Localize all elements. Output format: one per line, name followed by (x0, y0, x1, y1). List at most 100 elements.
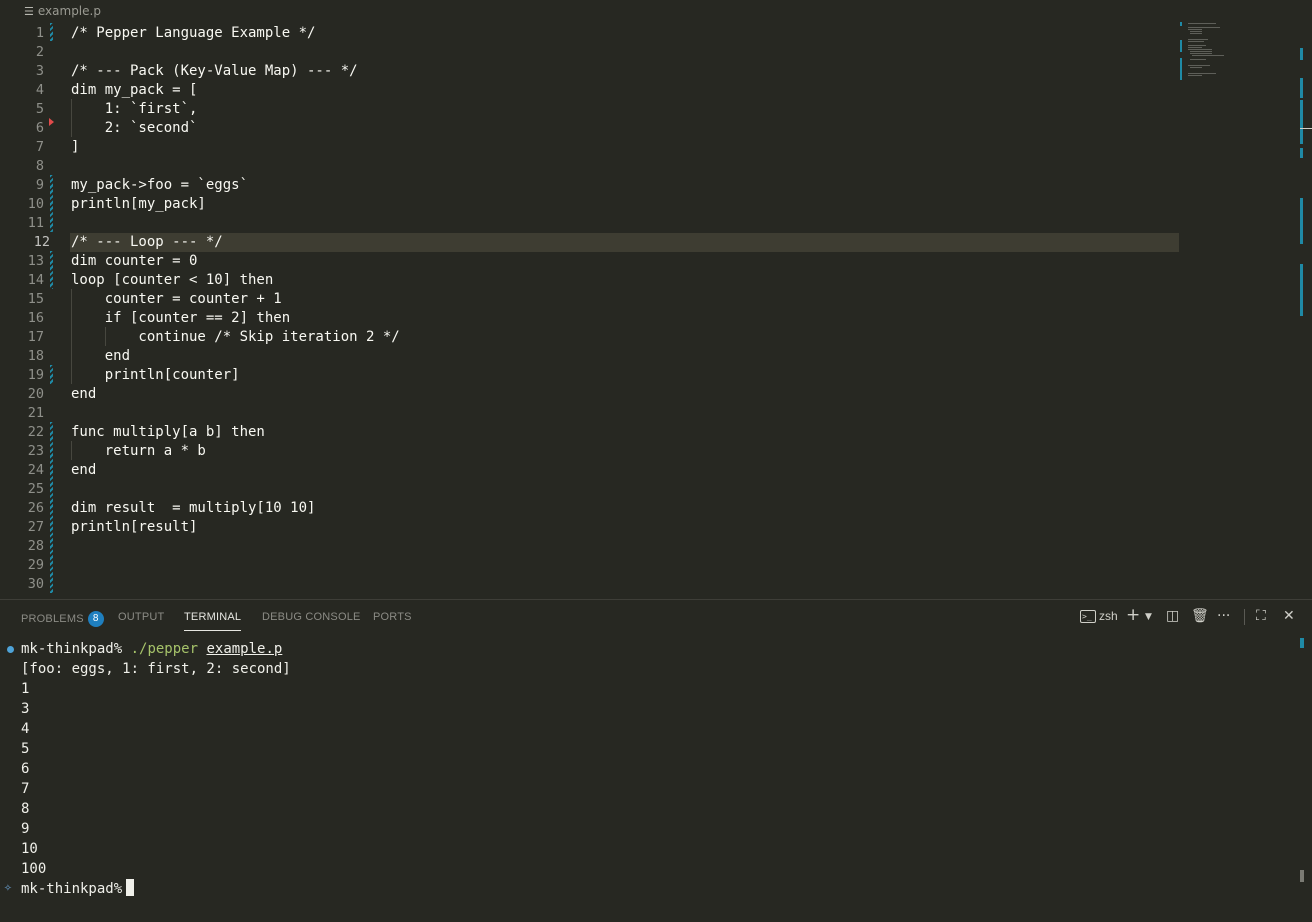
tab-output[interactable]: OUTPUT (118, 611, 164, 623)
breadcrumb-file[interactable]: example.p (38, 4, 101, 18)
terminal-scrollbar-thumb[interactable] (1300, 870, 1304, 882)
code-text: println[result] (71, 519, 198, 535)
terminal-scroll-marker[interactable] (1300, 638, 1304, 648)
code-line[interactable]: 2 (0, 43, 1180, 62)
terminal-output-line: 10 (21, 841, 38, 857)
code-line[interactable]: 16 if [counter == 2] then (0, 309, 1180, 328)
line-number[interactable]: 30 (0, 575, 44, 594)
code-line[interactable]: 30 (0, 575, 1180, 594)
code-line[interactable]: 7] (0, 138, 1180, 157)
line-number[interactable]: 18 (0, 347, 44, 366)
code-text: end (71, 386, 97, 402)
chevron-down-icon[interactable]: ▼ (1145, 612, 1152, 622)
command-status-dot-icon[interactable] (7, 646, 14, 653)
code-line[interactable]: 11 (0, 214, 1180, 233)
line-number[interactable]: 23 (0, 442, 44, 461)
terminal-output[interactable]: mk-thinkpad% ./pepper example.p [foo: eg… (0, 638, 1298, 918)
trash-icon[interactable]: 🗑 (1191, 608, 1209, 624)
code-line[interactable]: 20 end (0, 385, 1180, 404)
code-line[interactable]: 24 end (0, 461, 1180, 480)
line-number[interactable]: 27 (0, 518, 44, 537)
code-line[interactable]: 1 /* Pepper Language Example */ (0, 24, 1180, 43)
code-text: /* --- Pack (Key-Value Map) --- */ (71, 63, 358, 79)
line-number[interactable]: 20 (0, 385, 44, 404)
line-number[interactable]: 13 (0, 252, 44, 271)
code-line[interactable]: 21 (0, 404, 1180, 423)
file-link[interactable]: example.p (206, 641, 282, 657)
close-panel-icon[interactable]: ✕ (1283, 608, 1295, 624)
editor-scrollbar[interactable] (1298, 22, 1312, 599)
line-number[interactable]: 11 (0, 214, 44, 233)
line-number[interactable]: 14 (0, 271, 44, 290)
terminal-icon[interactable]: >_ (1080, 610, 1096, 623)
line-number[interactable]: 7 (0, 138, 44, 157)
code-line[interactable]: 29 (0, 556, 1180, 575)
line-number[interactable]: 3 (0, 62, 44, 81)
line-number[interactable]: 17 (0, 328, 44, 347)
code-line[interactable]: 4 dim my_pack = [ (0, 81, 1180, 100)
line-number[interactable]: 29 (0, 556, 44, 575)
line-number[interactable]: 21 (0, 404, 44, 423)
sparkle-icon[interactable]: ✧ (4, 880, 12, 895)
code-line[interactable]: 14 loop [counter < 10] then (0, 271, 1180, 290)
terminal-prompt-row[interactable]: ✧ mk-thinkpad% (0, 879, 600, 899)
line-number[interactable]: 5 (0, 100, 44, 119)
new-terminal-plus-icon[interactable]: + (1126, 605, 1140, 625)
code-text: dim result = multiply[10 10] (71, 500, 316, 516)
code-line[interactable]: 28 (0, 537, 1180, 556)
code-line[interactable]: 3 /* --- Pack (Key-Value Map) --- */ (0, 62, 1180, 81)
minimap[interactable] (1180, 22, 1290, 102)
file-lines-icon: ☰ (24, 4, 34, 18)
code-line[interactable]: 18 end (0, 347, 1180, 366)
maximize-panel-icon[interactable]: ⛶ (1256, 608, 1266, 624)
bottom-panel: PROBLEMS 8 OUTPUT TERMINAL DEBUG CONSOLE … (0, 599, 1312, 922)
code-line[interactable]: 8 (0, 157, 1180, 176)
line-number[interactable]: 26 (0, 499, 44, 518)
code-line[interactable]: 5 1: `first`, (0, 100, 1180, 119)
code-line[interactable]: 9 my_pack->foo = `eggs` (0, 176, 1180, 195)
line-number[interactable]: 6 (0, 119, 44, 138)
terminal-cursor (126, 879, 135, 896)
code-line[interactable]: 13 dim counter = 0 (0, 252, 1180, 271)
line-number[interactable]: 8 (0, 157, 44, 176)
tab-debug-console[interactable]: DEBUG CONSOLE (262, 611, 361, 623)
shell-name[interactable]: zsh (1099, 609, 1118, 623)
line-number[interactable]: 1 (0, 24, 44, 43)
more-actions-icon[interactable]: ··· (1217, 608, 1230, 624)
code-line[interactable]: 23 return a * b (0, 442, 1180, 461)
code-line[interactable]: 19 println[counter] (0, 366, 1180, 385)
code-line[interactable]: 10 println[my_pack] (0, 195, 1180, 214)
line-number[interactable]: 22 (0, 423, 44, 442)
code-line[interactable]: 6 2: `second` (0, 119, 1180, 138)
breadcrumb: ☰ example.p (0, 0, 1312, 22)
line-number[interactable]: 15 (0, 290, 44, 309)
terminal-output-line: 8 (21, 801, 30, 817)
tab-ports[interactable]: PORTS (373, 611, 412, 623)
line-number[interactable]: 12 (6, 233, 50, 252)
line-number[interactable]: 10 (0, 195, 44, 214)
code-editor[interactable]: 1 /* Pepper Language Example */ 2 3 /* --- P… (0, 22, 1312, 599)
code-line[interactable]: 26 dim result = multiply[10 10] (0, 499, 1180, 518)
code-text: ] (71, 139, 80, 155)
tab-problems-label: PROBLEMS (21, 612, 84, 625)
line-number[interactable]: 28 (0, 537, 44, 556)
code-text: return a * b (71, 443, 206, 459)
line-number[interactable]: 2 (0, 43, 44, 62)
line-number[interactable]: 24 (0, 461, 44, 480)
terminal-output-line: 1 (21, 681, 30, 697)
line-number[interactable]: 4 (0, 81, 44, 100)
tab-terminal[interactable]: TERMINAL (184, 611, 242, 631)
line-number[interactable]: 9 (0, 176, 44, 195)
line-number[interactable]: 16 (0, 309, 44, 328)
code-line[interactable]: 15 counter = counter + 1 (0, 290, 1180, 309)
tab-problems[interactable]: PROBLEMS 8 (21, 611, 104, 627)
line-number[interactable]: 19 (0, 366, 44, 385)
line-number[interactable]: 25 (0, 480, 44, 499)
code-line[interactable]: 22 func multiply[a b] then (0, 423, 1180, 442)
code-line[interactable]: 17 continue /* Skip iteration 2 */ (0, 328, 1180, 347)
terminal-output-line: [foo: eggs, 1: first, 2: second] (21, 661, 291, 677)
split-terminal-icon[interactable]: ◫ (1166, 608, 1179, 624)
code-line[interactable]: 12/* --- Loop --- */ (34, 233, 1179, 252)
code-line[interactable]: 25 (0, 480, 1180, 499)
code-line[interactable]: 27 println[result] (0, 518, 1180, 537)
